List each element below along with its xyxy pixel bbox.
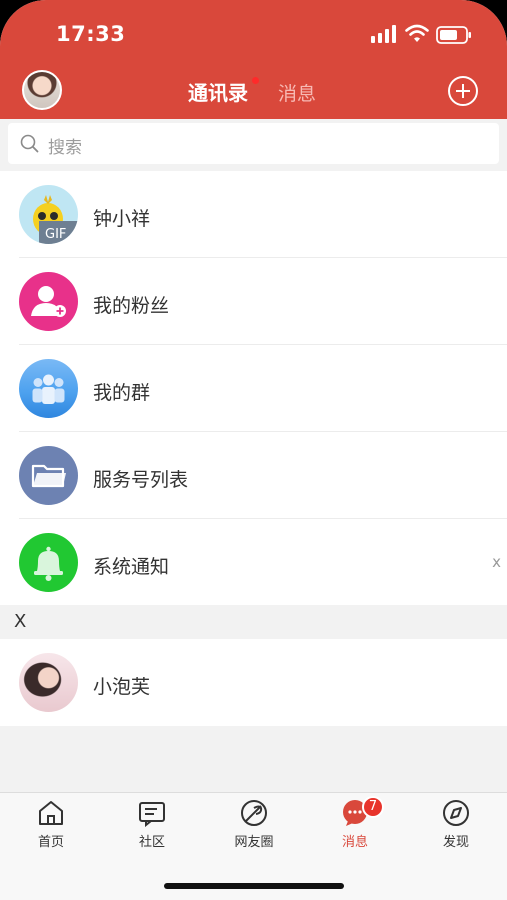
cellular-signal-icon bbox=[371, 25, 396, 43]
app-header: 17:33 通讯录 消息 bbox=[0, 0, 507, 119]
community-icon bbox=[139, 802, 165, 827]
contact-avatar bbox=[19, 653, 78, 712]
list-item-label: 我的群 bbox=[93, 382, 151, 404]
bell-icon bbox=[19, 533, 78, 592]
folder-icon bbox=[19, 446, 78, 505]
list-item-label: 系统通知 bbox=[93, 556, 170, 578]
tab-moments[interactable]: 网友圈 bbox=[214, 799, 294, 850]
section-title: X bbox=[14, 611, 27, 632]
search-input[interactable]: 搜索 bbox=[8, 123, 499, 164]
moments-icon bbox=[241, 800, 267, 826]
search-placeholder: 搜索 bbox=[48, 138, 82, 158]
wifi-icon bbox=[405, 24, 429, 42]
list-item-zhong-xiao-xiang[interactable]: GIF 钟小祥 bbox=[0, 171, 507, 258]
list-item-label: 服务号列表 bbox=[93, 469, 189, 491]
tab-label: 发现 bbox=[442, 835, 469, 850]
contact-row[interactable]: 小泡芙 bbox=[0, 639, 507, 726]
tab-contacts[interactable]: 通讯录 bbox=[188, 77, 248, 106]
my-avatar[interactable] bbox=[22, 70, 62, 110]
search-bar: 搜索 bbox=[0, 119, 507, 171]
list-item-label: 钟小祥 bbox=[93, 208, 151, 230]
battery-icon bbox=[436, 26, 471, 44]
phone-screen: 17:33 通讯录 消息 搜索 GIF 钟小祥 我的粉丝 我的群 服务号列表 系… bbox=[0, 0, 507, 900]
contact-menu-list: GIF 钟小祥 我的粉丝 我的群 服务号列表 系统通知 x bbox=[0, 171, 507, 606]
tab-discover[interactable]: 发现 bbox=[416, 799, 496, 850]
tab-label: 消息 bbox=[341, 835, 368, 850]
list-item-label: 我的粉丝 bbox=[93, 295, 170, 317]
list-item-followers[interactable]: 我的粉丝 bbox=[0, 258, 507, 345]
unread-badge: 7 bbox=[362, 796, 384, 818]
tab-label: 首页 bbox=[37, 835, 64, 850]
list-item-groups[interactable]: 我的群 bbox=[0, 345, 507, 432]
home-icon bbox=[39, 801, 63, 825]
tab-unread-dot bbox=[252, 77, 259, 84]
gif-badge-text: GIF bbox=[45, 227, 66, 242]
tab-label: 网友圈 bbox=[234, 835, 274, 850]
tab-messages-bottom[interactable]: 7 消息 bbox=[315, 796, 395, 850]
close-mark[interactable]: x bbox=[492, 553, 501, 571]
tab-messages[interactable]: 消息 bbox=[278, 79, 316, 106]
tab-home[interactable]: 首页 bbox=[11, 799, 91, 850]
followers-icon bbox=[19, 272, 78, 331]
tab-label: 社区 bbox=[138, 835, 165, 850]
search-icon bbox=[20, 134, 39, 153]
gif-avatar-icon: GIF bbox=[19, 185, 78, 244]
compass-icon bbox=[443, 800, 469, 826]
tab-community[interactable]: 社区 bbox=[112, 799, 192, 850]
list-item-service-accounts[interactable]: 服务号列表 bbox=[0, 432, 507, 519]
add-button[interactable] bbox=[448, 76, 478, 106]
section-header: X bbox=[0, 605, 507, 639]
contact-name: 小泡芙 bbox=[93, 676, 151, 698]
list-item-system-notifications[interactable]: 系统通知 x bbox=[0, 519, 507, 606]
status-time: 17:33 bbox=[56, 22, 126, 46]
groups-icon bbox=[19, 359, 78, 418]
home-indicator[interactable] bbox=[164, 883, 344, 889]
